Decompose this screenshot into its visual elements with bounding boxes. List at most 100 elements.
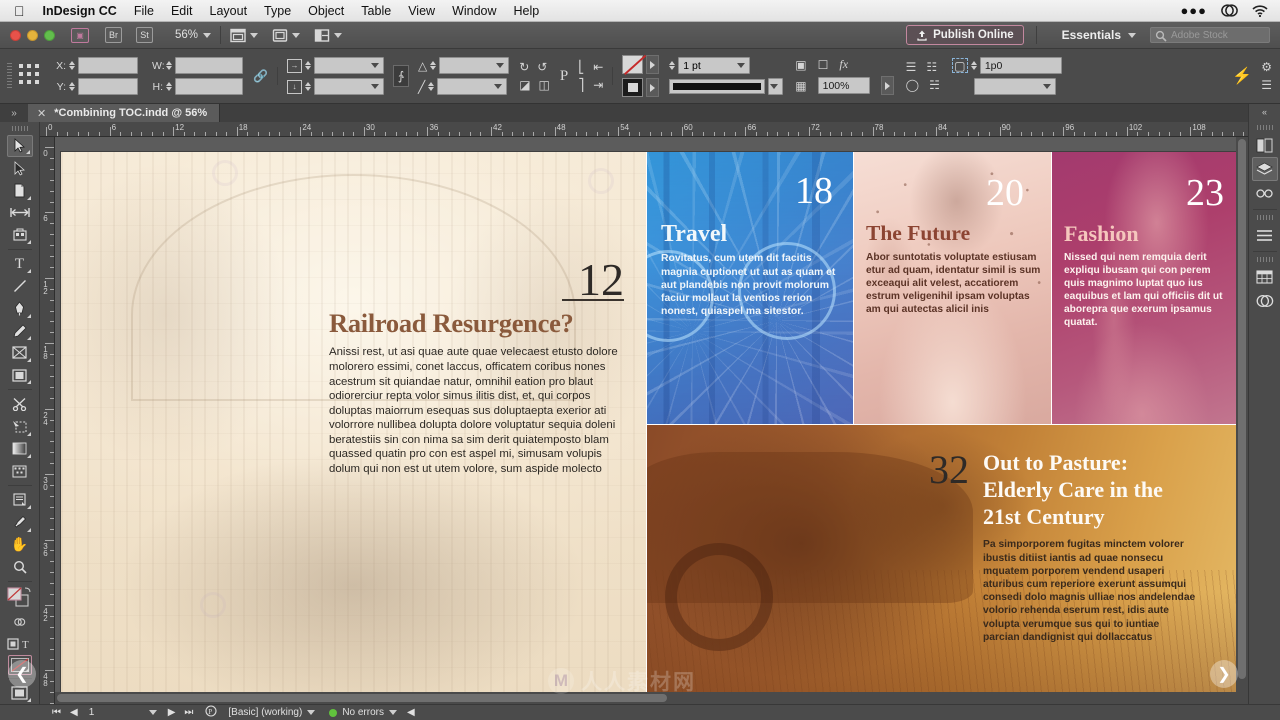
text-wrap-shape-icon[interactable]: ◯ <box>906 78 919 92</box>
rotate-input[interactable] <box>439 57 510 74</box>
stroke-style-preview[interactable] <box>669 79 766 94</box>
panel-menu-icon[interactable]: ☰ <box>1261 78 1272 92</box>
page-number-input[interactable]: 1 <box>86 706 159 719</box>
collapse-panels-icon[interactable]: « <box>1249 104 1280 120</box>
table-panel-icon[interactable] <box>1252 265 1278 289</box>
shear-stepper[interactable] <box>428 82 435 91</box>
frame-fitting-dropdown[interactable] <box>973 78 1056 95</box>
first-page-icon[interactable]: ⏮ <box>52 707 61 718</box>
panel-grip[interactable] <box>7 63 12 89</box>
menu-table[interactable]: Table <box>361 4 391 18</box>
home-screen-button[interactable]: ▣ <box>71 27 89 43</box>
w-stepper[interactable] <box>166 61 172 70</box>
status-collapse-icon[interactable]: ◀ <box>407 707 415 718</box>
constrain-scale-icon[interactable]: ∱ <box>392 65 409 87</box>
menu-file[interactable]: File <box>134 4 154 18</box>
zoom-level-dropdown[interactable]: 56% <box>175 29 212 41</box>
document-spread[interactable]: 12 Railroad Resurgence? Anissi rest, ut … <box>61 152 1239 694</box>
scale-x-stepper[interactable] <box>304 61 311 70</box>
effects-fx-icon[interactable]: fx <box>839 57 848 72</box>
select-container-icon[interactable]: ⎣ <box>578 60 584 74</box>
gap-input[interactable]: 1p0 <box>979 57 1062 74</box>
content-collector-tool[interactable] <box>7 224 33 246</box>
close-icon[interactable]: ✕ <box>37 107 46 120</box>
select-content-icon[interactable]: ⎤ <box>578 78 584 92</box>
next-slide-arrow[interactable]: ❯ <box>1210 660 1238 688</box>
rectangle-tool[interactable] <box>7 364 33 386</box>
document-canvas[interactable]: 12 Railroad Resurgence? Anissi rest, ut … <box>55 137 1248 704</box>
adobe-stock-search-input[interactable]: Adobe Stock <box>1150 27 1270 43</box>
rotate-cw-icon[interactable]: ↺ <box>537 60 547 74</box>
x-stepper[interactable] <box>69 61 75 70</box>
shear-input[interactable] <box>437 78 508 95</box>
hand-tool[interactable]: ✋ <box>7 534 33 556</box>
fill-swatch-none[interactable] <box>622 55 644 74</box>
maximize-window-button[interactable] <box>44 29 55 41</box>
object-effects-icon[interactable]: ☐ <box>818 58 829 72</box>
vertical-scrollbar-thumb[interactable] <box>1238 139 1246 679</box>
text-wrap-none-icon[interactable]: ☰ <box>906 60 917 74</box>
stroke-weight-input[interactable]: 1 pt <box>678 57 751 74</box>
y-stepper[interactable] <box>69 82 75 91</box>
selection-tool[interactable] <box>6 134 33 158</box>
h-input[interactable] <box>175 78 243 95</box>
pasture-text-frame[interactable]: 32 Out to Pasture: Elderly Care in the 2… <box>929 450 1197 644</box>
fill-stroke-proxy[interactable] <box>6 587 34 609</box>
rotate-ccw-icon[interactable]: ↻ <box>519 60 529 74</box>
quick-apply-icon[interactable]: ⚡ <box>1232 66 1252 86</box>
creative-cloud-icon[interactable] <box>1221 4 1238 17</box>
apple-logo-icon[interactable]:  <box>14 4 25 18</box>
type-tool[interactable]: T <box>7 253 33 275</box>
free-transform-tool[interactable] <box>7 415 33 437</box>
gap-stepper[interactable] <box>970 61 977 70</box>
next-page-icon[interactable]: ▶ <box>168 707 176 718</box>
pasture-article-block[interactable]: 32 Out to Pasture: Elderly Care in the 2… <box>647 425 1239 694</box>
menu-object[interactable]: Object <box>308 4 344 18</box>
x-input[interactable] <box>78 57 138 74</box>
tools-panel-grip[interactable] <box>11 126 28 131</box>
cc-libraries-panel-icon[interactable] <box>1252 289 1278 313</box>
expand-panels-icon[interactable]: » <box>0 104 28 122</box>
wifi-icon[interactable] <box>1252 4 1268 17</box>
corner-options-icon[interactable]: ▣ <box>795 58 806 72</box>
view-options-button[interactable] <box>272 28 301 43</box>
w-input[interactable] <box>175 57 243 74</box>
scale-x-input[interactable] <box>313 57 384 74</box>
page-master-icon[interactable]: P <box>205 705 218 720</box>
publish-online-button[interactable]: Publish Online <box>906 25 1024 45</box>
workspace-switcher[interactable]: Essentials <box>1062 28 1136 42</box>
pages-panel-icon[interactable] <box>1252 133 1278 157</box>
stroke-swatch-dropdown[interactable] <box>646 78 660 97</box>
scissors-tool[interactable] <box>7 393 33 415</box>
master-page-dropdown[interactable]: [Basic] (working) <box>228 707 316 718</box>
note-tool[interactable] <box>7 489 33 511</box>
scale-y-stepper[interactable] <box>304 82 311 91</box>
gradient-feather-tool[interactable] <box>7 460 33 482</box>
pencil-tool[interactable] <box>7 320 33 342</box>
minimize-window-button[interactable] <box>27 29 38 41</box>
menu-view[interactable]: View <box>408 4 435 18</box>
flip-horizontal-icon[interactable]: ◪ <box>519 78 530 92</box>
ellipsis-icon[interactable]: ●●● <box>1180 3 1207 18</box>
railroad-article-block[interactable]: 12 Railroad Resurgence? Anissi rest, ut … <box>61 152 646 694</box>
arrange-documents-button[interactable] <box>314 28 343 43</box>
stroke-weight-stepper[interactable] <box>669 61 676 70</box>
menu-window[interactable]: Window <box>452 4 496 18</box>
gap-tool[interactable] <box>7 202 33 224</box>
last-page-icon[interactable]: ⏭ <box>184 707 193 718</box>
dock-grip[interactable] <box>1256 257 1273 262</box>
scale-y-input[interactable] <box>313 78 384 95</box>
railroad-text-frame[interactable]: 12 Railroad Resurgence? Anissi rest, ut … <box>329 257 624 477</box>
line-tool[interactable] <box>7 275 33 297</box>
future-text-frame[interactable]: 20 The Future Abor suntotatis voluptate … <box>866 174 1042 316</box>
menu-edit[interactable]: Edit <box>171 4 193 18</box>
preflight-status[interactable]: No errors <box>329 707 397 718</box>
h-stepper[interactable] <box>166 82 172 91</box>
dock-grip[interactable] <box>1256 125 1273 130</box>
paragraph-styles-panel-icon[interactable] <box>1252 223 1278 247</box>
eyedropper-tool[interactable] <box>7 511 33 533</box>
menu-type[interactable]: Type <box>264 4 291 18</box>
dock-grip[interactable] <box>1256 215 1273 220</box>
direct-selection-tool[interactable] <box>7 157 33 179</box>
frame-fitting-icon[interactable]: ▢ <box>951 58 968 73</box>
